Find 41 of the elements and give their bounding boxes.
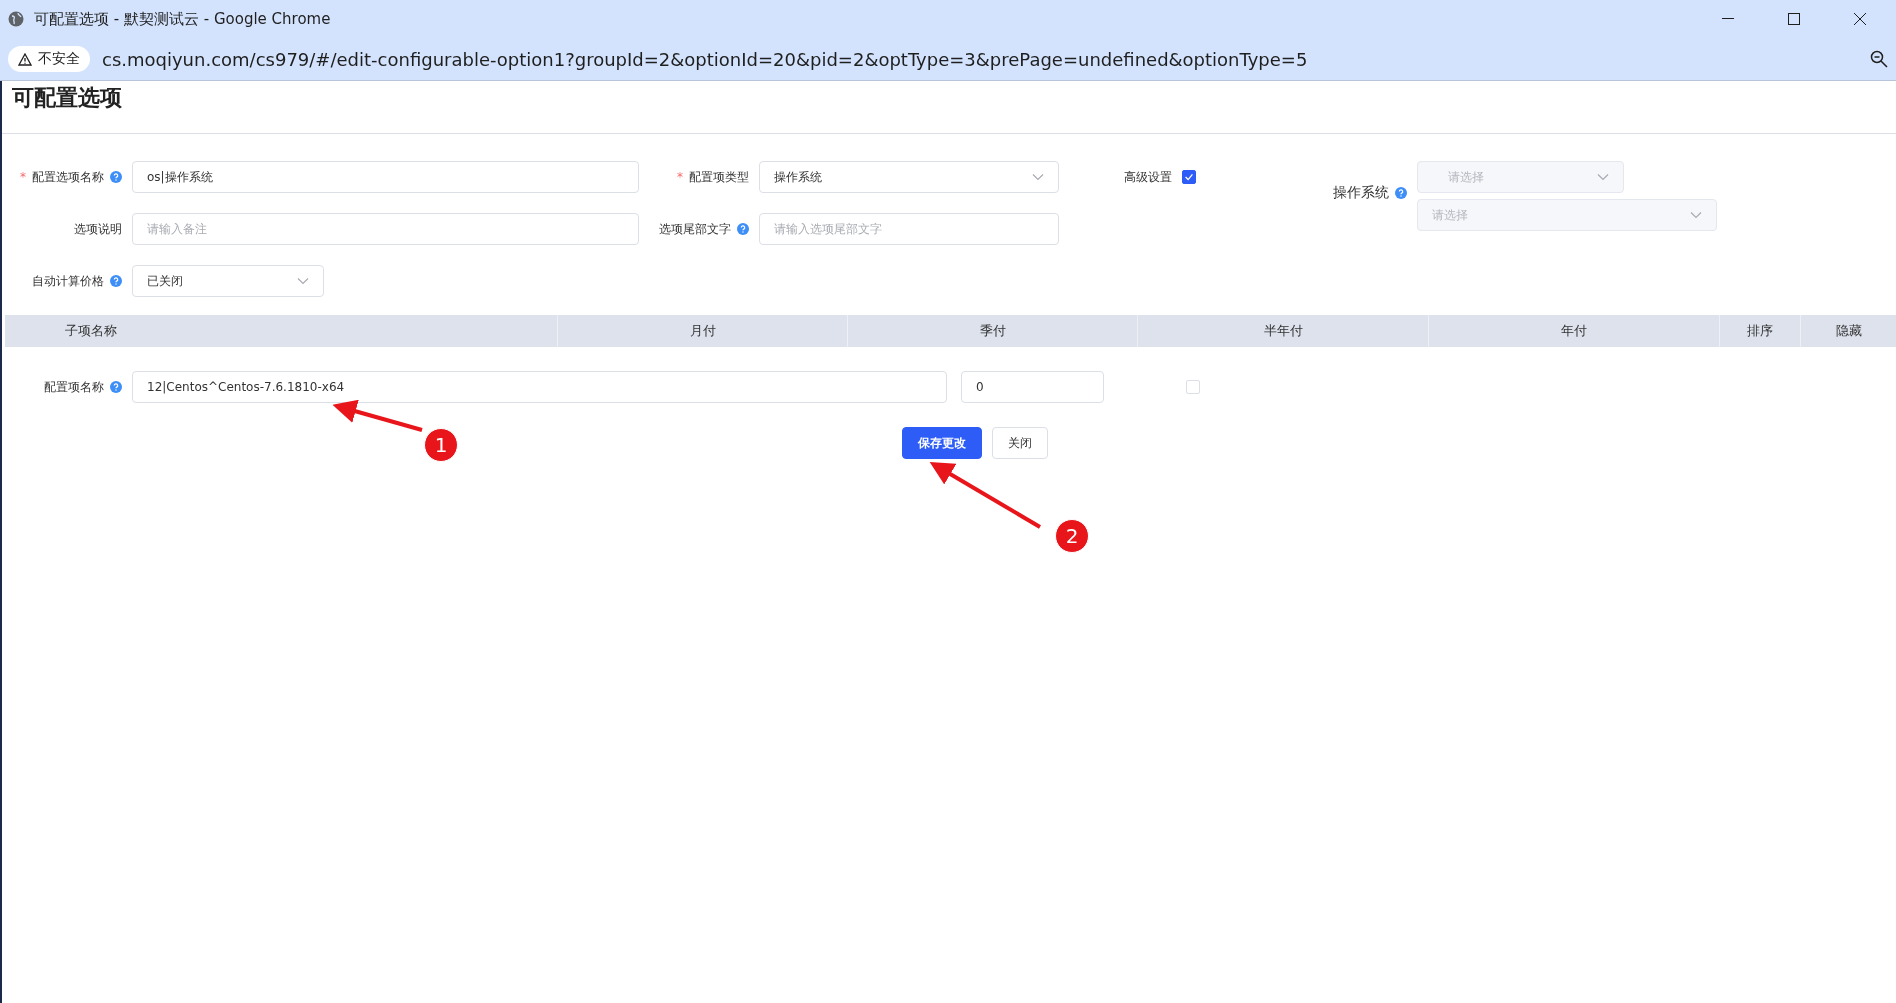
column-header: 半年付 (1263, 322, 1303, 340)
column-header: 子项名称 (65, 322, 117, 340)
globe-icon (8, 11, 24, 27)
annotation-badge: 1 (424, 428, 458, 462)
field-label: 操作系统 (1333, 184, 1389, 202)
column-header: 月付 (689, 322, 716, 340)
minimize-icon[interactable] (1722, 18, 1734, 20)
chevron-down-icon (1597, 173, 1609, 181)
column-header: 隐藏 (1835, 322, 1862, 340)
hide-checkbox[interactable] (1186, 380, 1200, 394)
field-label: 配置项类型 (689, 168, 749, 186)
price-field[interactable]: 0 (961, 371, 1104, 403)
field-label: 高级设置 (1124, 168, 1172, 186)
close-button[interactable]: 关闭 (992, 427, 1048, 459)
window-title: 可配置选项 - 默契测试云 - Google Chrome (34, 9, 332, 29)
checkbox[interactable] (1182, 170, 1196, 184)
field-label: 配置选项名称 (32, 168, 104, 186)
select-field[interactable]: 已关闭 (132, 265, 324, 297)
chevron-down-icon (297, 277, 309, 285)
select-field[interactable]: 操作系统 (759, 161, 1059, 193)
field-label: 选项尾部文字 (659, 220, 731, 238)
column-header: 季付 (979, 322, 1006, 340)
column-header: 年付 (1561, 322, 1587, 340)
address-url[interactable]: cs.moqiyun.com/cs979/#/edit-configurable-option1?groupId=2&optionId=20&pid=2&optType=3&prePage=undefined&optionType=5 (102, 48, 1858, 70)
page-title: 可配置选项 (12, 85, 122, 110)
close-icon[interactable] (1854, 13, 1866, 25)
text-field[interactable]: os|操作系统 (132, 161, 639, 193)
row-label: 配置项名称 (44, 378, 104, 396)
column-header: 排序 (1747, 322, 1773, 340)
security-indicator[interactable]: 不安全 (8, 46, 90, 72)
maximize-icon[interactable] (1788, 13, 1800, 25)
annotation-badge: 2 (1055, 519, 1089, 553)
chevron-down-icon (1032, 173, 1044, 181)
chevron-down-icon (1690, 211, 1702, 219)
field-label: 选项说明 (74, 220, 122, 238)
field-label: 自动计算价格 (32, 272, 104, 290)
save-button[interactable]: 保存更改 (902, 427, 982, 459)
zoom-icon[interactable] (1870, 50, 1888, 68)
required-mark: * (20, 170, 26, 184)
required-mark: * (677, 170, 683, 184)
text-field[interactable]: 12|Centos^Centos-7.6.1810-x64 (132, 371, 947, 403)
